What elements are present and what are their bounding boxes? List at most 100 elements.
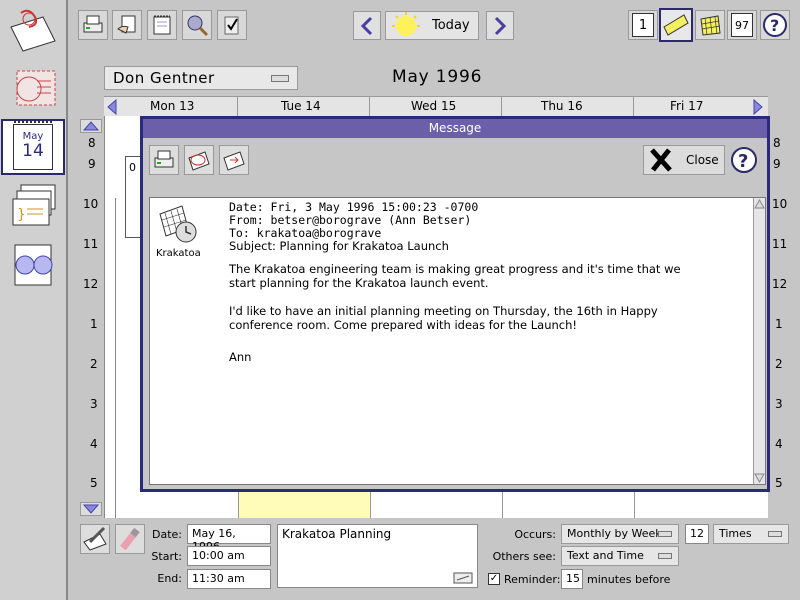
- todo-button[interactable]: [217, 10, 247, 40]
- scroll-up-button[interactable]: [80, 119, 102, 133]
- day-column-tue[interactable]: Tue 14: [281, 99, 321, 113]
- divider: [115, 198, 116, 518]
- previous-day-button[interactable]: [353, 11, 381, 40]
- reply-envelope-icon: [188, 151, 210, 171]
- checkmark-icon: [224, 16, 239, 35]
- reminder-checkbox[interactable]: ✓: [488, 573, 500, 585]
- triangle-up-icon: [82, 121, 100, 131]
- start-time-field[interactable]: 10:00 am: [187, 546, 271, 566]
- today-button[interactable]: Today: [385, 11, 479, 40]
- svg-text:}: }: [17, 207, 26, 223]
- day-calendar-icon: 1: [632, 13, 654, 37]
- calendar-app-button[interactable]: May 14: [1, 119, 65, 175]
- next-day-button[interactable]: [486, 11, 514, 40]
- others-see-select[interactable]: Text and Time: [561, 546, 679, 566]
- message-scrollbar[interactable]: [753, 198, 765, 484]
- hour-label: 5: [775, 476, 783, 490]
- date-field[interactable]: May 16, 1996: [187, 524, 271, 553]
- scroll-right-button[interactable]: [752, 98, 764, 116]
- reminder-suffix: minutes before: [587, 573, 671, 586]
- message-window[interactable]: Message Close ? Krakatoa Date: Fri, 3 Ma…: [140, 116, 770, 492]
- others-see-value: Text and Time: [567, 549, 644, 562]
- divider: [369, 97, 370, 117]
- month-grid-icon: [700, 15, 721, 36]
- erase-button[interactable]: [115, 524, 145, 554]
- week-view-button[interactable]: [659, 8, 693, 42]
- hour-label: 5: [90, 476, 98, 490]
- stamp-app-button[interactable]: [4, 60, 62, 116]
- app-dock: May 14 }: [0, 0, 68, 600]
- svg-text:?: ?: [770, 16, 779, 35]
- edit-button[interactable]: [80, 524, 110, 554]
- note-attach-icon: [453, 572, 473, 584]
- notepad-icon: [153, 15, 171, 35]
- hour-label: 9: [88, 157, 96, 171]
- day-column-wed[interactable]: Wed 15: [411, 99, 456, 113]
- viewer-app-button[interactable]: [4, 236, 62, 292]
- day-column-fri[interactable]: Fri 17: [670, 99, 703, 113]
- divider: [237, 97, 238, 117]
- calendar-clock-icon: [159, 205, 197, 243]
- hour-label: 11: [772, 237, 788, 251]
- occurs-value: Monthly by Week: [567, 527, 662, 540]
- message-paragraph-2: I'd like to have an initial planning mee…: [229, 304, 658, 332]
- day-column-mon[interactable]: Mon 13: [150, 99, 194, 113]
- hour-label: 8: [773, 136, 781, 150]
- triangle-down-icon: [82, 504, 100, 514]
- reminder-minutes-field[interactable]: 15: [561, 569, 583, 589]
- selected-time-slot[interactable]: [238, 492, 370, 518]
- times-count-field[interactable]: 12: [685, 524, 709, 544]
- divider: [634, 492, 635, 518]
- message-body[interactable]: Krakatoa Date: Fri, 3 May 1996 15:00:23 …: [149, 197, 766, 485]
- year-calendar-icon: 97: [731, 13, 753, 37]
- search-icon: [187, 15, 209, 37]
- hour-label: 10: [772, 197, 788, 211]
- today-label: Today: [432, 18, 470, 33]
- message-subject: Subject: Planning for Krakatoa Launch: [229, 239, 449, 253]
- hour-label: 4: [90, 437, 98, 451]
- message-paragraph-1: The Krakatoa engineering team is making …: [229, 262, 681, 290]
- month-view-button[interactable]: [695, 10, 725, 40]
- description-text: Krakatoa Planning: [282, 527, 392, 541]
- day-view-button[interactable]: 1: [628, 10, 658, 40]
- description-field[interactable]: Krakatoa Planning: [277, 524, 478, 588]
- help-icon: ?: [731, 147, 757, 173]
- dropdown-knob-icon: [658, 553, 672, 559]
- end-time-field[interactable]: 11:30 am: [187, 569, 271, 589]
- print-button[interactable]: [78, 10, 108, 40]
- message-help-button[interactable]: ?: [729, 145, 759, 175]
- times-unit-select[interactable]: Times: [713, 524, 789, 544]
- search-button[interactable]: [182, 10, 212, 40]
- close-button[interactable]: Close: [643, 145, 725, 175]
- cards-app-button[interactable]: }: [4, 178, 62, 234]
- notes-button[interactable]: [147, 10, 177, 40]
- appointment-text: 0: [129, 161, 136, 174]
- message-window-title[interactable]: Message: [143, 119, 767, 138]
- hand-paper-icon: [117, 15, 136, 34]
- mail-app-button[interactable]: [4, 2, 62, 58]
- person-selector[interactable]: Don Gentner: [104, 66, 298, 90]
- triangle-left-icon: [107, 98, 117, 116]
- scroll-left-button[interactable]: [106, 98, 118, 116]
- handout-button[interactable]: [112, 10, 142, 40]
- help-button[interactable]: ?: [760, 10, 790, 40]
- year-view-button[interactable]: 97: [727, 10, 757, 40]
- forward-button[interactable]: [219, 145, 249, 175]
- triangle-up-icon: [754, 199, 765, 209]
- sender-icon-label: Krakatoa: [156, 248, 201, 259]
- occurs-select[interactable]: Monthly by Week: [561, 524, 679, 544]
- divider: [501, 97, 502, 117]
- svg-text:?: ?: [738, 151, 748, 172]
- divider: [238, 492, 239, 518]
- print-message-button[interactable]: [149, 145, 179, 175]
- appointment-block[interactable]: 0: [125, 156, 141, 238]
- scroll-down-button[interactable]: [80, 502, 102, 516]
- close-icon: [650, 148, 672, 172]
- hour-label: 8: [88, 136, 96, 150]
- day-column-thu[interactable]: Thu 16: [541, 99, 583, 113]
- hour-label: 3: [775, 397, 783, 411]
- hour-label: 1: [90, 317, 98, 331]
- reply-button[interactable]: [184, 145, 214, 175]
- hour-label: 3: [90, 397, 98, 411]
- hour-label: 2: [90, 357, 98, 371]
